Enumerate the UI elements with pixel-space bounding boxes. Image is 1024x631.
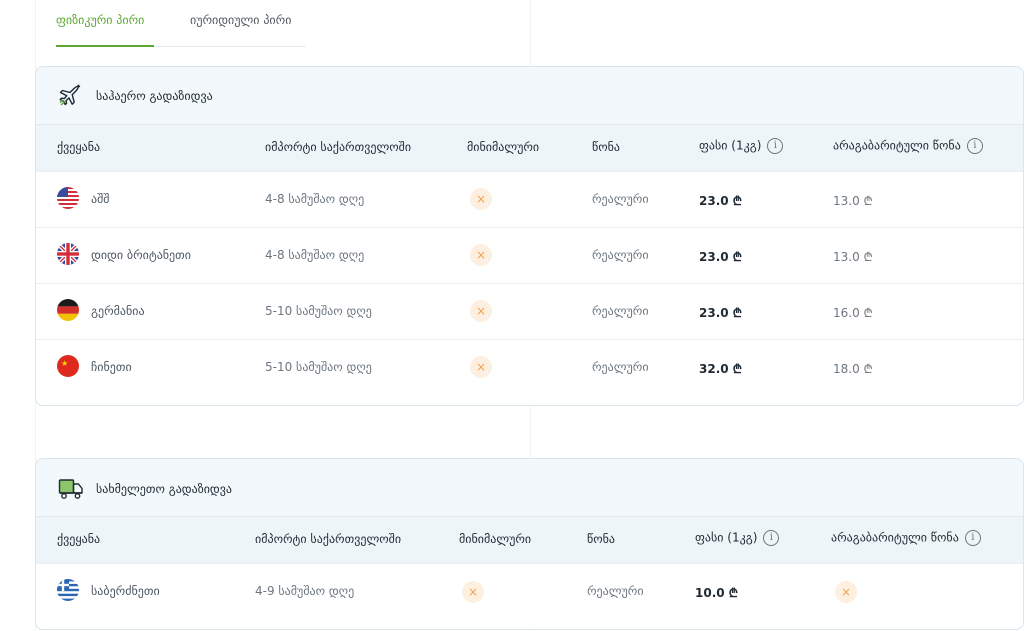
price-value: 10.0 ₾ [695, 586, 739, 600]
col-import: იმპორტი საქართველოში [265, 140, 412, 154]
table-row: გერმანია 5-10 სამუშაო დღე × რეალური 23.0… [36, 283, 1023, 340]
truck-icon [58, 477, 84, 505]
weight-type: რეალური [592, 192, 649, 206]
price-value: 23.0 ₾ [699, 306, 743, 320]
x-mark-icon: × [470, 356, 492, 378]
land-shipping-header: სახმელეთო გადაზიდვა [36, 459, 1023, 516]
col-country: ქვეყანა [57, 532, 101, 546]
uk-flag-icon [57, 243, 79, 265]
col-country: ქვეყანა [57, 140, 101, 154]
table-row: აშშ 4-8 სამუშაო დღე × რეალური 23.0 ₾ 13.… [36, 171, 1023, 228]
weight-type: რეალური [592, 360, 649, 374]
col-weight: წონა [592, 140, 621, 154]
air-shipping-title: საჰაერო გადაზიდვა [96, 89, 213, 103]
de-flag-icon [57, 299, 79, 321]
x-mark-icon: × [462, 581, 484, 603]
country-name: საბერძნეთი [91, 584, 160, 598]
col-minimal: მინიმალური [459, 532, 532, 546]
us-flag-icon [57, 187, 79, 209]
airplane-icon [58, 84, 82, 112]
volumetric-value: 18.0 ₾ [833, 362, 873, 376]
volumetric-value: 13.0 ₾ [833, 250, 873, 264]
col-price-label: ფასი (1კგ) [699, 138, 762, 153]
table-row: ★ ჩინეთი 5-10 სამუშაო დღე × რეალური 32.0… [36, 339, 1023, 396]
delivery-days: 4-9 სამუშაო დღე [255, 584, 355, 598]
svg-text:★: ★ [61, 359, 68, 368]
air-table-header: ქვეყანა იმპორტი საქართველოში მინიმალური … [36, 124, 1023, 171]
price-value: 32.0 ₾ [699, 362, 743, 376]
col-volumetric: არაგაბარიტული წონა i [831, 530, 981, 546]
x-mark-icon: × [470, 188, 492, 210]
x-mark-icon: × [470, 244, 492, 266]
volumetric-value: 13.0 ₾ [833, 194, 873, 208]
col-volumetric: არაგაბარიტული წონა i [833, 138, 983, 154]
weight-type: რეალური [592, 248, 649, 262]
table-row: დიდი ბრიტანეთი 4-8 სამუშაო დღე × რეალური… [36, 227, 1023, 284]
land-table-header: ქვეყანა იმპორტი საქართველოში მინიმალური … [36, 516, 1023, 563]
col-weight: წონა [587, 532, 616, 546]
price-info-icon[interactable]: i [767, 138, 784, 154]
volumetric-info-icon[interactable]: i [964, 530, 981, 546]
country-name: გერმანია [91, 304, 145, 318]
land-shipping-title: სახმელეთო გადაზიდვა [96, 482, 232, 496]
col-price: ფასი (1კგ) i [699, 138, 784, 154]
col-minimal: მინიმალური [467, 140, 540, 154]
col-price-label: ფასი (1კგ) [695, 530, 758, 545]
price-info-icon[interactable]: i [763, 530, 780, 546]
country-name: დიდი ბრიტანეთი [91, 248, 191, 262]
col-import: იმპორტი საქართველოში [255, 532, 402, 546]
tab-individual[interactable]: ფიზიკური პირი [56, 13, 144, 27]
gr-flag-icon [57, 579, 79, 601]
volumetric-info-icon[interactable]: i [966, 138, 983, 154]
x-mark-icon: × [470, 300, 492, 322]
active-tab-indicator [56, 45, 154, 47]
weight-type: რეალური [592, 304, 649, 318]
price-value: 23.0 ₾ [699, 250, 743, 264]
x-mark-icon: × [835, 581, 857, 603]
land-shipping-card: სახმელეთო გადაზიდვა ქვეყანა იმპორტი საქა… [35, 458, 1024, 630]
delivery-days: 5-10 სამუშაო დღე [265, 360, 372, 374]
table-row: საბერძნეთი 4-9 სამუშაო დღე × რეალური 10.… [36, 563, 1023, 620]
col-volumetric-label: არაგაბარიტული წონა [833, 138, 961, 153]
delivery-days: 4-8 სამუშაო დღე [265, 192, 365, 206]
col-price: ფასი (1კგ) i [695, 530, 780, 546]
country-name: აშშ [91, 192, 110, 206]
country-name: ჩინეთი [91, 360, 132, 374]
weight-type: რეალური [587, 584, 644, 598]
col-volumetric-label: არაგაბარიტული წონა [831, 530, 959, 545]
price-value: 23.0 ₾ [699, 194, 743, 208]
cn-flag-icon: ★ [57, 355, 79, 377]
customer-type-tabs: ფიზიკური პირი იურიდიული პირი [56, 0, 306, 47]
air-shipping-card: საჰაერო გადაზიდვა ქვეყანა იმპორტი საქართ… [35, 66, 1024, 406]
delivery-days: 4-8 სამუშაო დღე [265, 248, 365, 262]
volumetric-value: 16.0 ₾ [833, 306, 873, 320]
air-shipping-header: საჰაერო გადაზიდვა [36, 67, 1023, 124]
delivery-days: 5-10 სამუშაო დღე [265, 304, 372, 318]
tab-legal-entity[interactable]: იურიდიული პირი [190, 13, 291, 27]
